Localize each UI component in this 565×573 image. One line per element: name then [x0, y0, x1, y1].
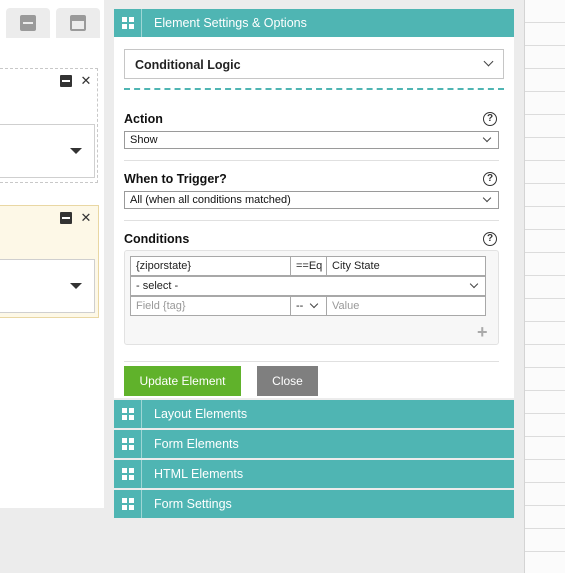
condition-operator-select[interactable]: ==Eq	[290, 256, 327, 276]
trigger-label: When to Trigger?	[124, 172, 227, 186]
field-placeholder: Field {tag}	[136, 300, 186, 312]
action-select[interactable]: Show	[124, 131, 499, 149]
close-button[interactable]: Close	[257, 366, 318, 396]
logic-type-select[interactable]: Conditional Logic	[124, 49, 504, 79]
section-label: HTML Elements	[154, 467, 244, 481]
section-form-elements[interactable]: Form Elements	[114, 430, 514, 458]
trigger-value: All (when all conditions matched)	[130, 194, 291, 206]
caret-down-icon	[70, 283, 82, 289]
element-dropdown[interactable]	[0, 259, 95, 313]
section-label: Form Settings	[154, 497, 232, 511]
minimize-icon	[20, 15, 36, 31]
minimize-tab[interactable]	[6, 8, 50, 38]
grid-icon	[114, 490, 142, 518]
divider	[124, 220, 499, 221]
window-icon	[70, 15, 86, 31]
grid-icon	[114, 460, 142, 488]
divider	[124, 160, 499, 161]
grid-icon	[114, 430, 142, 458]
trigger-select[interactable]: All (when all conditions matched)	[124, 191, 499, 209]
window-tab[interactable]	[56, 8, 100, 38]
close-icon[interactable]: ✕	[80, 211, 92, 224]
section-html-elements[interactable]: HTML Elements	[114, 460, 514, 488]
plus-icon[interactable]: +	[477, 323, 488, 341]
new-condition-value-input[interactable]: Value	[326, 296, 486, 316]
form-element-block[interactable]: ✕	[0, 68, 98, 183]
operator-placeholder: --	[296, 300, 304, 312]
settings-header-title: Element Settings & Options	[154, 16, 307, 30]
condition-select[interactable]: - select -	[130, 276, 486, 296]
divider	[124, 361, 499, 362]
help-icon[interactable]: ?	[483, 112, 497, 126]
value-placeholder: Value	[332, 300, 360, 312]
condition-value-input[interactable]: City State	[326, 256, 486, 276]
condition-operator-value: ==Eq	[296, 260, 323, 272]
canvas-footer	[0, 508, 104, 573]
logic-type-value: Conditional Logic	[135, 58, 241, 72]
condition-value-text: City State	[332, 260, 380, 272]
chevron-down-icon	[482, 193, 492, 203]
help-icon[interactable]: ?	[483, 172, 497, 186]
condition-select-value: - select -	[136, 280, 179, 292]
condition-field-value: {ziporstate}	[136, 260, 192, 272]
collapse-icon[interactable]	[60, 75, 72, 87]
update-element-button[interactable]: Update Element	[124, 366, 241, 396]
form-canvas: ✕ ✕	[0, 0, 104, 508]
section-form-settings[interactable]: Form Settings	[114, 490, 514, 518]
new-condition-field-input[interactable]: Field {tag}	[130, 296, 291, 316]
chevron-down-icon	[309, 299, 319, 309]
conditions-box: {ziporstate} ==Eq City State - select - …	[124, 250, 499, 345]
section-label: Layout Elements	[154, 407, 248, 421]
new-condition-operator-select[interactable]: --	[290, 296, 327, 316]
chevron-down-icon	[483, 56, 494, 67]
action-label: Action	[124, 112, 163, 126]
help-icon[interactable]: ?	[483, 232, 497, 246]
grid-icon	[114, 9, 142, 37]
lined-background	[524, 0, 565, 573]
element-settings-panel: Element Settings & Options Conditional L…	[114, 9, 514, 519]
conditions-label: Conditions	[124, 232, 190, 246]
section-label: Form Elements	[154, 437, 239, 451]
collapse-icon[interactable]	[60, 212, 72, 224]
caret-down-icon	[70, 148, 82, 154]
action-value: Show	[130, 134, 158, 146]
grid-icon	[114, 400, 142, 428]
chevron-down-icon	[482, 133, 492, 143]
section-layout-elements[interactable]: Layout Elements	[114, 400, 514, 428]
settings-body: Conditional Logic Action ? Show When to …	[114, 37, 514, 398]
selected-element-block[interactable]: ✕	[0, 205, 99, 318]
dashed-divider	[124, 88, 504, 90]
condition-field-input[interactable]: {ziporstate}	[130, 256, 291, 276]
element-dropdown[interactable]	[0, 124, 95, 178]
settings-header[interactable]: Element Settings & Options	[114, 9, 514, 37]
chevron-down-icon	[469, 279, 479, 289]
close-icon[interactable]: ✕	[80, 74, 92, 87]
